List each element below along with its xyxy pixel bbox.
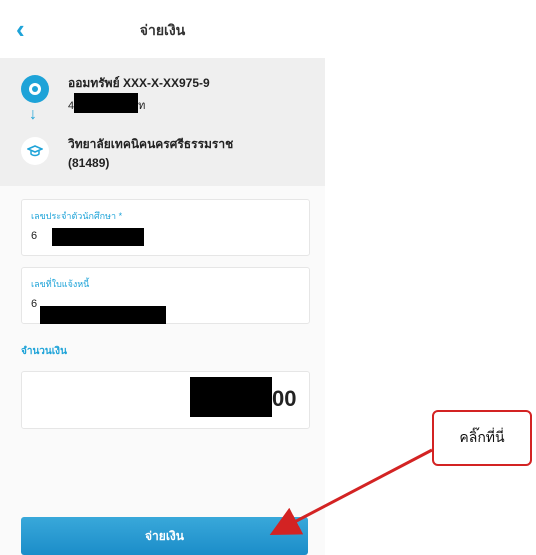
annotation-callout: คลิ๊กที่นี่ bbox=[432, 410, 532, 466]
annotation-text: คลิ๊กที่นี่ bbox=[459, 429, 505, 445]
annotation-arrow bbox=[269, 448, 433, 535]
